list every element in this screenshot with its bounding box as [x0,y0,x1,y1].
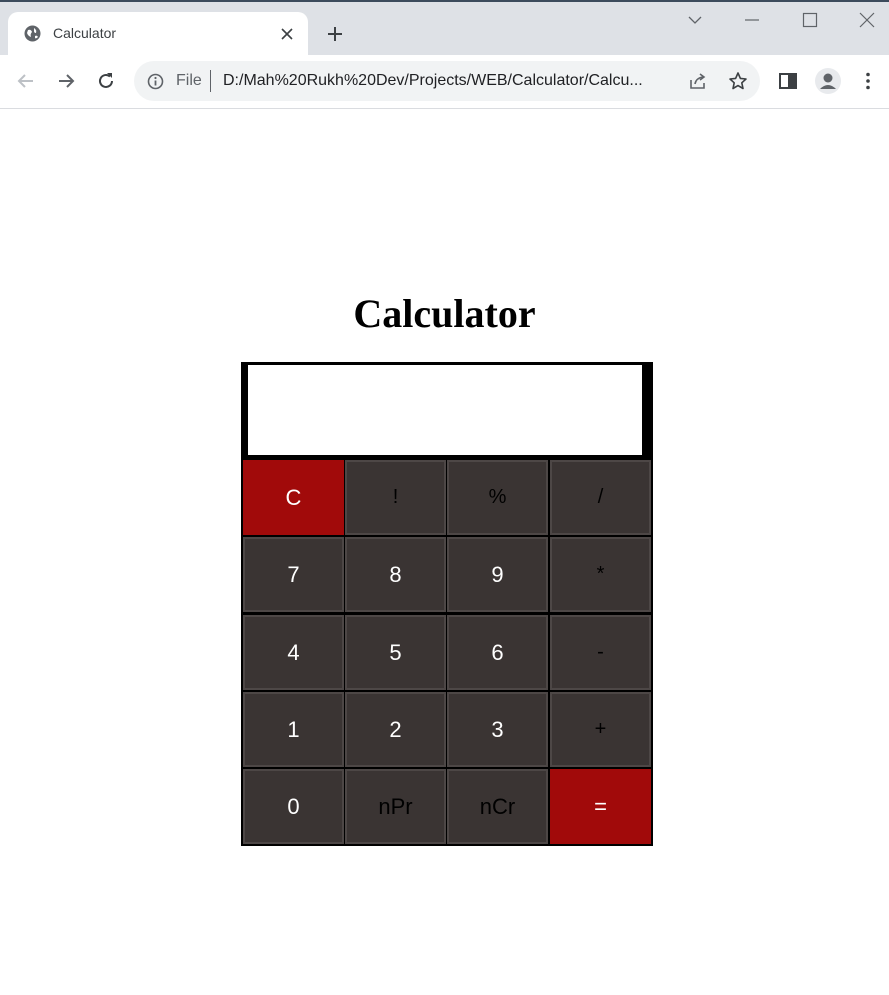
clear-button[interactable]: C [243,460,344,535]
digit-6-button[interactable]: 6 [447,615,548,690]
tab-title: Calculator [53,25,117,41]
calculator-display [247,364,643,456]
divide-button[interactable]: / [550,460,651,535]
digit-3-button[interactable]: 3 [447,692,548,767]
maximize-icon[interactable] [802,12,818,28]
profile-avatar-icon[interactable] [815,68,841,94]
minimize-icon[interactable] [744,12,760,28]
percent-button[interactable]: % [447,460,548,535]
factorial-button[interactable]: ! [345,460,446,535]
address-bar[interactable]: File D:/Mah%20Rukh%20Dev/Projects/WEB/Ca… [134,61,760,101]
add-button[interactable]: + [550,692,651,767]
digit-0-button[interactable]: 0 [243,769,344,844]
reload-icon[interactable] [96,71,116,91]
browser-titlebar: Calculator [0,0,889,55]
multiply-button[interactable]: * [550,537,651,612]
side-panel-icon[interactable] [778,71,798,91]
npr-button[interactable]: nPr [345,769,446,844]
page-title: Calculator [353,291,536,336]
back-arrow-icon[interactable] [16,71,36,91]
kebab-menu-icon[interactable] [858,71,878,91]
url-separator [210,70,211,92]
digit-8-button[interactable]: 8 [345,537,446,612]
digit-9-button[interactable]: 9 [447,537,548,612]
globe-icon [24,25,41,42]
forward-arrow-icon[interactable] [56,71,76,91]
subtract-button[interactable]: - [550,615,651,690]
browser-tab[interactable]: Calculator [8,12,308,55]
share-icon[interactable] [688,71,708,91]
url-text[interactable]: D:/Mah%20Rukh%20Dev/Projects/WEB/Calcula… [223,72,673,90]
equals-button[interactable]: = [550,769,651,844]
new-tab-plus-icon[interactable] [326,25,344,43]
digit-7-button[interactable]: 7 [243,537,344,612]
digit-4-button[interactable]: 4 [243,615,344,690]
tab-search-chevron-icon[interactable] [687,12,703,28]
digit-2-button[interactable]: 2 [345,692,446,767]
digit-1-button[interactable]: 1 [243,692,344,767]
bookmark-star-icon[interactable] [728,71,748,91]
window-top-border [0,0,889,2]
url-scheme-label: File [176,72,202,89]
site-info-icon[interactable] [147,73,164,90]
close-window-icon[interactable] [859,12,875,28]
calculator: C ! % / 7 8 9 * 4 5 6 - 1 2 3 + 0 nPr nC… [241,362,653,846]
browser-toolbar: File D:/Mah%20Rukh%20Dev/Projects/WEB/Ca… [0,55,889,109]
digit-5-button[interactable]: 5 [345,615,446,690]
ncr-button[interactable]: nCr [447,769,548,844]
close-tab-icon[interactable] [280,27,294,41]
